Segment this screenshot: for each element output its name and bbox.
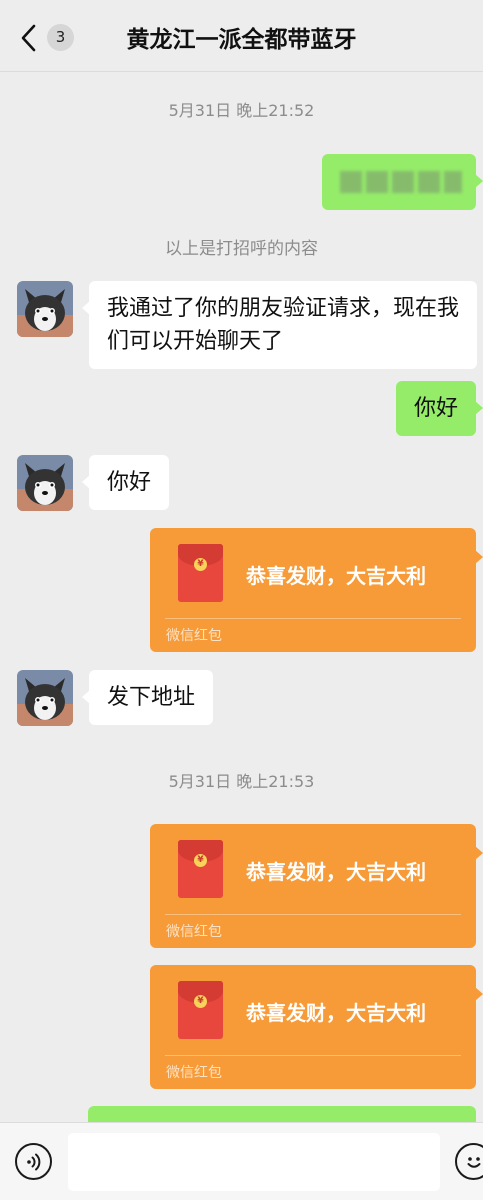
incoming-message[interactable]: 发下地址 bbox=[81, 670, 214, 725]
red-packet-message[interactable]: ¥ 恭喜发财，大吉大利 微信红包 bbox=[150, 824, 483, 948]
system-note: 以上是打招呼的内容 bbox=[165, 239, 318, 259]
red-envelope-icon: ¥ bbox=[178, 981, 223, 1039]
voice-button[interactable] bbox=[15, 1143, 52, 1180]
chat-header: 3 黄龙江一派全都带蓝牙 bbox=[0, 0, 483, 72]
divider bbox=[165, 618, 461, 619]
blurred-text bbox=[340, 171, 362, 193]
divider bbox=[165, 1055, 461, 1056]
outgoing-message-blurred[interactable] bbox=[322, 154, 483, 210]
chevron-left-icon bbox=[21, 24, 36, 52]
message-input[interactable] bbox=[68, 1133, 440, 1191]
voice-icon bbox=[27, 1153, 41, 1171]
incoming-message[interactable]: 你好 bbox=[81, 455, 170, 510]
red-packet-message[interactable]: ¥ 恭喜发财，大吉大利 微信红包 bbox=[150, 965, 483, 1089]
divider bbox=[165, 914, 461, 915]
back-button[interactable]: 3 bbox=[14, 22, 78, 52]
red-packet-title: 恭喜发财，大吉大利 bbox=[246, 1001, 426, 1025]
blurred-text bbox=[366, 171, 388, 193]
blurred-text bbox=[444, 171, 462, 193]
red-packet-label: 微信红包 bbox=[166, 924, 222, 940]
red-packet-label: 微信红包 bbox=[166, 1065, 222, 1081]
red-envelope-icon: ¥ bbox=[178, 544, 223, 602]
red-packet-title: 恭喜发财，大吉大利 bbox=[246, 564, 426, 588]
red-packet-label: 微信红包 bbox=[166, 628, 222, 644]
red-packet-title: 恭喜发财，大吉大利 bbox=[246, 860, 426, 884]
contact-avatar[interactable] bbox=[17, 670, 73, 726]
contact-avatar[interactable] bbox=[17, 281, 73, 337]
timestamp: 5月31日 晚上21:52 bbox=[168, 101, 315, 120]
chat-title[interactable]: 黄龙江一派全都带蓝牙 bbox=[100, 20, 383, 54]
red-packet-message[interactable]: ¥ 恭喜发财，大吉大利 微信红包 bbox=[150, 528, 483, 652]
outgoing-message[interactable]: 你好 bbox=[395, 381, 483, 436]
emoji-button[interactable] bbox=[455, 1143, 483, 1180]
blurred-text bbox=[392, 171, 414, 193]
red-envelope-icon: ¥ bbox=[178, 840, 223, 898]
blurred-text bbox=[418, 171, 440, 193]
input-bar bbox=[0, 1122, 483, 1200]
contact-avatar[interactable] bbox=[17, 455, 73, 511]
timestamp: 5月31日 晚上21:53 bbox=[168, 772, 315, 791]
unread-count-badge: 3 bbox=[47, 24, 74, 51]
emoji-icon bbox=[467, 1157, 481, 1168]
incoming-message[interactable]: 我通过了你的朋友验证请求，现在我们可以开始聊天了 bbox=[82, 281, 477, 369]
